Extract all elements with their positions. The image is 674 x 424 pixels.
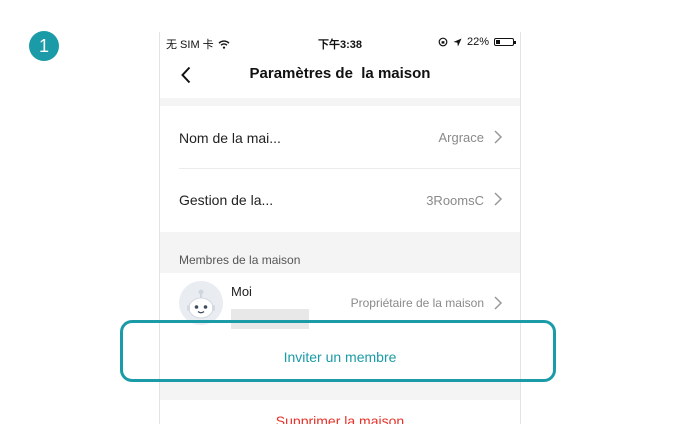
invite-highlight-frame: [120, 320, 556, 382]
status-right: 22%: [438, 36, 516, 48]
home-settings-group: Nom de la mai... Argrace Gestion de la..…: [160, 106, 520, 232]
home-management-value: 3RoomsC: [426, 193, 484, 208]
navigation-bar: Paramètres de la maison: [160, 52, 520, 98]
status-bar: 无 SIM 卡 下午3:38 22%: [160, 32, 520, 52]
member-name: Moi: [231, 284, 252, 299]
home-management-label: Gestion de la...: [179, 192, 274, 208]
robot-avatar-icon: [187, 289, 215, 319]
home-name-label: Nom de la mai...: [179, 130, 281, 146]
home-management-row[interactable]: Gestion de la... 3RoomsC: [160, 169, 520, 232]
members-section-title: Membres de la maison: [179, 253, 301, 267]
chevron-right-icon: [494, 296, 503, 310]
avatar: [179, 281, 223, 325]
delete-home-label: Supprimer la maison: [275, 413, 405, 424]
home-name-value: Argrace: [438, 130, 484, 145]
battery-percent: 22%: [466, 36, 489, 48]
chevron-right-icon: [494, 192, 503, 206]
step-number-badge: 1: [29, 31, 59, 61]
orientation-lock-icon: [438, 37, 448, 47]
delete-home-button[interactable]: Supprimer la maison: [160, 400, 520, 424]
page-title: Paramètres de la maison: [249, 65, 431, 82]
battery-level: [496, 40, 500, 44]
location-arrow-icon: [453, 37, 462, 47]
battery-icon: [494, 38, 516, 46]
home-name-row[interactable]: Nom de la mai... Argrace: [160, 106, 520, 169]
chevron-right-icon: [494, 130, 503, 144]
member-role: Propriétaire de la maison: [350, 296, 484, 310]
